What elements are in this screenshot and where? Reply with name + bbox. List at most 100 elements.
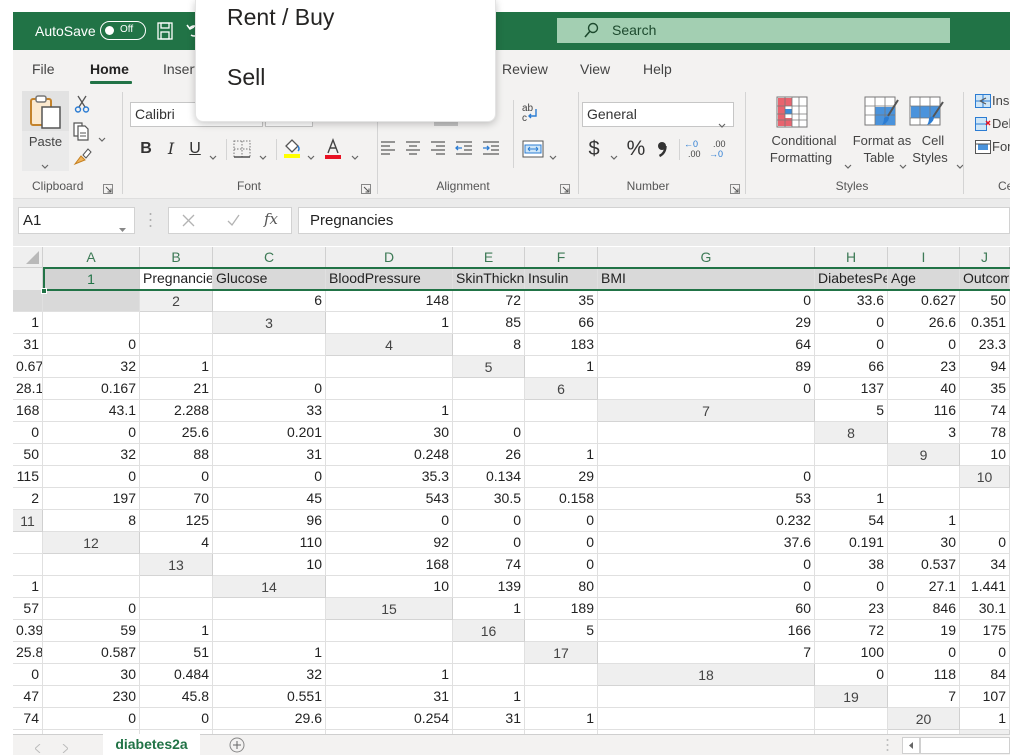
insert-function-icon[interactable]: fx xyxy=(264,210,278,228)
cell-a10[interactable]: 2 xyxy=(13,488,43,510)
cell-i18[interactable]: 1 xyxy=(453,686,525,708)
cell-i4[interactable]: 1 xyxy=(140,356,213,378)
cell-h14[interactable]: 57 xyxy=(13,598,43,620)
cell-b10[interactable]: 197 xyxy=(43,488,140,510)
cell-d9[interactable]: 0 xyxy=(140,466,213,488)
row-header-6[interactable]: 6 xyxy=(525,378,598,400)
bold-button[interactable]: B xyxy=(137,139,155,159)
cell-i11[interactable]: 1 xyxy=(888,510,960,532)
cell-e9[interactable]: 0 xyxy=(213,466,326,488)
cell-c1[interactable]: BloodPressure xyxy=(326,268,453,290)
column-header-h[interactable]: H xyxy=(815,247,888,268)
cell-e6[interactable]: 168 xyxy=(13,400,43,422)
cell-j15[interactable] xyxy=(213,620,326,642)
cell-i12[interactable]: 0 xyxy=(960,532,1010,554)
cell-d8[interactable]: 32 xyxy=(43,444,140,466)
menu-item-sell[interactable]: Sell xyxy=(196,62,495,92)
save-icon[interactable] xyxy=(157,22,173,45)
cell-f5[interactable]: 28.1 xyxy=(13,378,43,400)
cell-g15[interactable]: 0.398 xyxy=(13,620,43,642)
cell-c16[interactable]: 72 xyxy=(815,620,888,642)
cell-h16[interactable]: 51 xyxy=(140,642,213,664)
cell-h17[interactable]: 32 xyxy=(213,664,326,686)
formula-input[interactable]: Pregnancies xyxy=(298,207,1010,234)
cell-i2[interactable]: 1 xyxy=(13,312,43,334)
column-header-f[interactable]: F xyxy=(525,247,598,268)
cell-h12[interactable]: 30 xyxy=(888,532,960,554)
cell-i17[interactable]: 1 xyxy=(326,664,453,686)
cell-f8[interactable]: 31 xyxy=(213,444,326,466)
alignment-launcher-icon[interactable] xyxy=(560,181,570,199)
cell-j2[interactable] xyxy=(43,312,140,334)
cell-f17[interactable]: 30 xyxy=(43,664,140,686)
cell-e16[interactable]: 175 xyxy=(960,620,1010,642)
cell-c6[interactable]: 40 xyxy=(888,378,960,400)
fill-color-chevron-down-icon[interactable] xyxy=(307,147,315,165)
cell-g17[interactable]: 0.484 xyxy=(140,664,213,686)
cell-g18[interactable]: 0.551 xyxy=(213,686,326,708)
cell-a19[interactable]: 7 xyxy=(888,686,960,708)
column-header-j[interactable]: J xyxy=(960,247,1010,268)
column-header-a[interactable]: A xyxy=(43,247,140,268)
tab-file[interactable]: File xyxy=(32,50,55,88)
enter-icon[interactable] xyxy=(227,214,240,232)
cell-f11[interactable]: 0 xyxy=(525,510,598,532)
cell-styles-button[interactable]: Cell Styles xyxy=(898,94,968,170)
row-header-11[interactable]: 11 xyxy=(13,510,43,532)
cell-f4[interactable]: 23.3 xyxy=(960,334,1010,356)
comma-style-icon[interactable] xyxy=(656,140,668,163)
copy-icon[interactable] xyxy=(72,121,90,146)
cell-g14[interactable]: 1.441 xyxy=(960,576,1010,598)
cell-b9[interactable]: 115 xyxy=(13,466,43,488)
add-sheet-icon[interactable] xyxy=(229,737,245,755)
row-header-18[interactable]: 18 xyxy=(598,664,815,686)
cell-d15[interactable]: 23 xyxy=(815,598,888,620)
resize-handle-icon[interactable] xyxy=(149,212,152,233)
cell-h13[interactable]: 34 xyxy=(960,554,1010,576)
cell-e10[interactable]: 543 xyxy=(326,488,453,510)
cell-j8[interactable] xyxy=(598,444,815,466)
cell-e7[interactable]: 0 xyxy=(43,422,140,444)
cell-i6[interactable]: 1 xyxy=(326,400,453,422)
tab-insert[interactable]: Insert xyxy=(163,50,198,88)
cell-f10[interactable]: 30.5 xyxy=(453,488,525,510)
cell-c15[interactable]: 60 xyxy=(598,598,815,620)
underline-chevron-down-icon[interactable] xyxy=(209,147,217,165)
cell-g2[interactable]: 0.627 xyxy=(888,290,960,312)
cell-d11[interactable]: 0 xyxy=(326,510,453,532)
cell-j11[interactable] xyxy=(960,510,1010,532)
cell-g16[interactable]: 0.587 xyxy=(43,642,140,664)
row-header-15[interactable]: 15 xyxy=(326,598,453,620)
cell-a8[interactable]: 3 xyxy=(888,422,960,444)
cell-d5[interactable]: 23 xyxy=(888,356,960,378)
cell-c8[interactable]: 50 xyxy=(13,444,43,466)
cell-e3[interactable]: 0 xyxy=(815,312,888,334)
cell-i7[interactable]: 0 xyxy=(453,422,525,444)
cell-a11[interactable]: 8 xyxy=(43,510,140,532)
cell-a18[interactable]: 0 xyxy=(815,664,888,686)
align-center-icon[interactable] xyxy=(405,140,421,161)
tab-split-handle-icon[interactable] xyxy=(886,738,889,755)
row-header-2[interactable]: 2 xyxy=(140,290,213,312)
cell-b16[interactable]: 166 xyxy=(598,620,815,642)
cell-j5[interactable] xyxy=(326,378,453,400)
cell-h2[interactable]: 50 xyxy=(960,290,1010,312)
tab-help[interactable]: Help xyxy=(643,50,672,88)
cell-e12[interactable]: 0 xyxy=(525,532,598,554)
cell-h11[interactable]: 54 xyxy=(815,510,888,532)
cell-h6[interactable]: 33 xyxy=(213,400,326,422)
name-box[interactable]: A1 xyxy=(18,207,135,234)
cell-j10[interactable] xyxy=(888,488,960,510)
cell-a12[interactable]: 4 xyxy=(140,532,213,554)
cell-i10[interactable]: 1 xyxy=(815,488,888,510)
decrease-decimal-icon[interactable]: .00 →0 xyxy=(708,138,730,165)
name-box-chevron-icon[interactable] xyxy=(119,219,126,237)
horizontal-scrollbar[interactable] xyxy=(920,737,1010,754)
cell-f15[interactable]: 30.1 xyxy=(960,598,1010,620)
cell-h7[interactable]: 30 xyxy=(326,422,453,444)
cell-d10[interactable]: 45 xyxy=(213,488,326,510)
fill-handle[interactable] xyxy=(41,288,47,294)
cell-b7[interactable]: 116 xyxy=(888,400,960,422)
cell-g19[interactable]: 0.254 xyxy=(326,708,453,730)
cell-c4[interactable]: 64 xyxy=(598,334,815,356)
